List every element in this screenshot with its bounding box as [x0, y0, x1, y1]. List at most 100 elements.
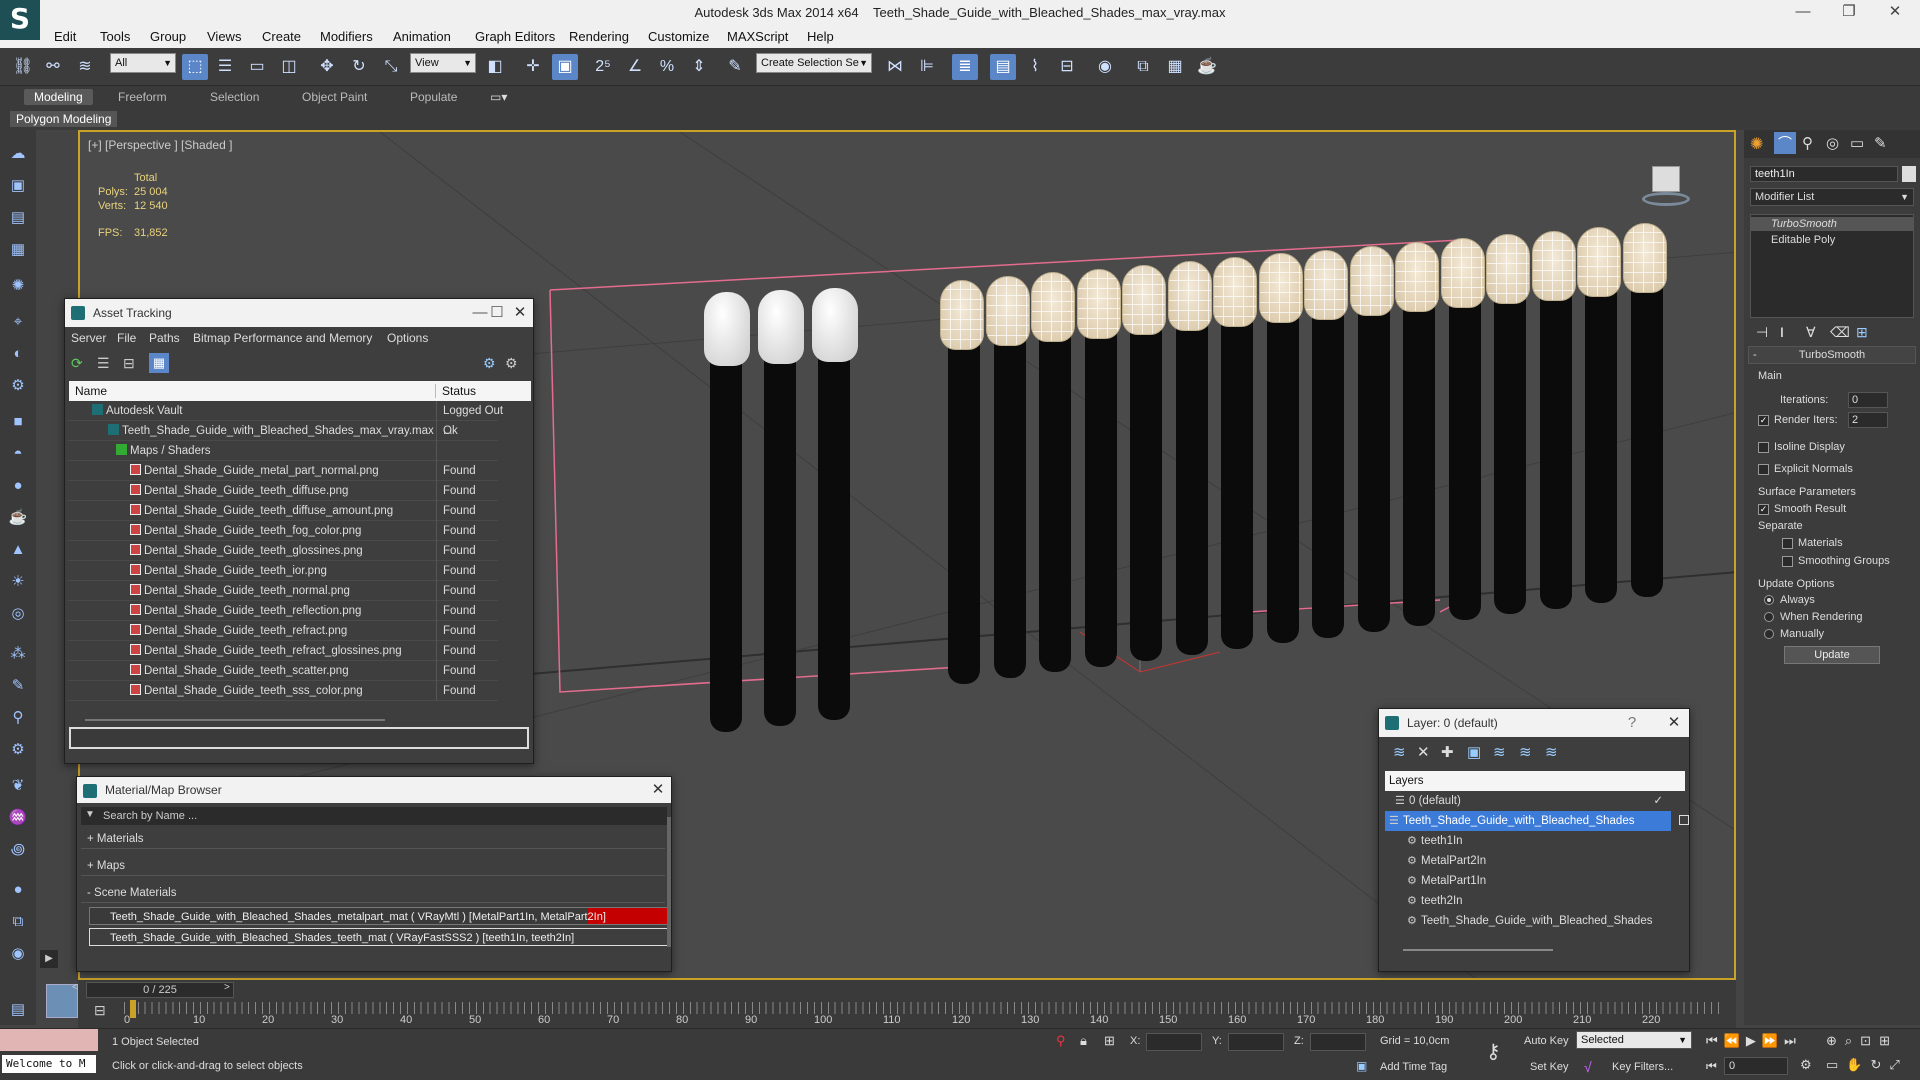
bleached-tooth[interactable]	[812, 288, 858, 362]
material-search-input[interactable]: Search by Name ...	[81, 807, 667, 825]
shade-tab-handle[interactable]	[993, 328, 1026, 679]
paint-icon[interactable]: ✎	[6, 674, 30, 698]
selection-set-key-dropdown[interactable]: Selected ▼	[1576, 1031, 1692, 1049]
menu-customize[interactable]: Customize	[648, 29, 709, 44]
bleached-tooth[interactable]	[758, 290, 804, 364]
spiral-icon[interactable]: ꩜	[6, 838, 30, 862]
current-frame-field[interactable]: 0	[1724, 1057, 1788, 1075]
scene-explorer-icon[interactable]: ▤	[6, 206, 30, 230]
separate-materials-checkbox[interactable]	[1782, 538, 1793, 549]
menu-create[interactable]: Create	[262, 29, 301, 44]
align-icon[interactable]: ⊫	[914, 54, 940, 80]
menu-maxscript[interactable]: MAXScript	[727, 29, 788, 44]
list-view-icon[interactable]: ☰	[97, 355, 110, 372]
shade-tooth[interactable]	[1076, 268, 1121, 339]
vertical-scrollbar[interactable]	[667, 817, 671, 947]
bleached-tooth[interactable]	[704, 292, 750, 366]
layer-close-button[interactable]: ✕	[1659, 709, 1689, 737]
shade-tooth[interactable]	[1440, 238, 1485, 309]
turbosmooth-rollout-header[interactable]: - TurboSmooth	[1748, 346, 1916, 364]
show-end-result-icon[interactable]: Ι	[1780, 324, 1784, 340]
dropdown-arrow-icon[interactable]: ▼	[85, 809, 95, 820]
cone-icon[interactable]: ▲	[6, 538, 30, 562]
horizontal-scrollbar[interactable]	[85, 719, 385, 721]
refresh-icon[interactable]: ⟳	[71, 355, 83, 372]
hair-icon[interactable]: ♒	[6, 806, 30, 830]
asset-menu-options[interactable]: Options	[387, 331, 428, 345]
absolute-mode-icon[interactable]: ⊞	[1104, 1033, 1115, 1049]
asset-close-button[interactable]: ✕	[505, 299, 535, 327]
shade-tooth[interactable]	[1531, 230, 1576, 301]
plant-icon[interactable]: ❦	[6, 774, 30, 798]
tab-populate[interactable]: Populate	[410, 90, 457, 104]
bind-space-warp-icon[interactable]: ≋	[72, 54, 98, 80]
teapot-icon[interactable]: ☕	[6, 506, 30, 530]
close-button[interactable]: ✕	[1872, 0, 1918, 26]
ribbon-toggle-icon[interactable]: ▤	[990, 54, 1016, 80]
edit-named-selection-icon[interactable]: ✎	[722, 54, 748, 80]
viewport-nav-controls[interactable]: ⊕⌕⊡⊞	[1826, 1033, 1898, 1049]
mirror-icon[interactable]: ⋈	[882, 54, 908, 80]
highlight-layer-icon[interactable]: ≋	[1493, 743, 1506, 761]
shade-tab-handle[interactable]	[1448, 290, 1481, 621]
key-icon[interactable]: ⚷	[1486, 1039, 1501, 1064]
asset-row[interactable]: Autodesk Vault Logged Out ...	[68, 401, 503, 437]
asset-row[interactable]: Dental_Shade_Guide_teeth_normal.png Found	[68, 581, 498, 601]
menu-tools[interactable]: Tools	[100, 29, 130, 44]
layer-help-button[interactable]: ?	[1617, 709, 1647, 737]
shade-tab-handle[interactable]	[1403, 294, 1435, 626]
select-by-name-icon[interactable]: ☰	[212, 54, 238, 80]
shade-tooth[interactable]	[1213, 257, 1257, 328]
auto-key-button[interactable]: Auto Key	[1524, 1035, 1569, 1047]
layer-row[interactable]: ☰ 0 (default) ✓	[1385, 791, 1671, 811]
shade-tab-handle[interactable]	[1266, 305, 1299, 644]
hierarchy-tab-icon[interactable]: ⚲	[1802, 134, 1813, 152]
grid-icon[interactable]: ▦	[6, 238, 30, 262]
help-icon[interactable]: ⚙	[483, 355, 496, 372]
shade-tab-handle[interactable]	[1539, 282, 1572, 609]
settings-icon[interactable]: ⚙	[505, 355, 518, 372]
tab-selection[interactable]: Selection	[210, 90, 259, 104]
maxscript-listener-pink[interactable]	[0, 1029, 98, 1051]
tab-modeling[interactable]: Modeling	[24, 89, 93, 105]
unlink-icon[interactable]: ⚯	[40, 54, 66, 80]
iterations-spinner[interactable]: 0	[1848, 392, 1888, 408]
layer-row[interactable]: ☰ Teeth_Shade_Guide_with_Bleached_Shades	[1385, 811, 1689, 831]
configure-sets-icon[interactable]: ⊞	[1856, 324, 1868, 341]
set-current-layer-checkbox[interactable]	[1679, 815, 1689, 825]
shade-tooth[interactable]	[985, 276, 1030, 347]
shade-tooth[interactable]	[1167, 261, 1212, 331]
layer-row[interactable]: ⚙ teeth1In	[1385, 831, 1671, 851]
layer-row[interactable]: ⚙ Teeth_Shade_Guide_with_Bleached_Shades	[1385, 911, 1671, 931]
tab-freeform[interactable]: Freeform	[118, 90, 167, 104]
prev-frame-icon[interactable]: <	[72, 982, 78, 993]
menu-graph-editors[interactable]: Graph Editors	[475, 29, 555, 44]
shade-tab-handle[interactable]	[948, 332, 980, 684]
shade-tab-handle[interactable]	[710, 332, 742, 732]
asset-row[interactable]: Dental_Shade_Guide_teeth_glossines.png Fo…	[68, 541, 498, 561]
y-coordinate-field[interactable]	[1228, 1033, 1284, 1051]
sun-icon[interactable]: ☀	[6, 570, 30, 594]
shade-tab-handle[interactable]	[1039, 324, 1071, 673]
particle-icon[interactable]: ⁂	[6, 642, 30, 666]
schematic-view-icon[interactable]: ⊟	[1054, 54, 1080, 80]
shade-tooth[interactable]	[1349, 245, 1394, 316]
pin-stack-icon[interactable]: ⊣	[1756, 324, 1768, 341]
asset-row[interactable]: Dental_Shade_Guide_teeth_refract_glossin…	[68, 641, 498, 661]
material-item[interactable]: Teeth_Shade_Guide_with_Bleached_Shades_m…	[89, 907, 669, 925]
play-arrow-icon[interactable]: ▶	[40, 950, 58, 968]
shade-tooth[interactable]	[940, 280, 984, 350]
material-editor-icon[interactable]: ◉	[1092, 54, 1118, 80]
menu-modifiers[interactable]: Modifiers	[320, 29, 373, 44]
shade-tab-handle[interactable]	[1630, 275, 1663, 597]
key-filters-button[interactable]: Key Filters...	[1612, 1061, 1673, 1073]
stack-item-editable-poly[interactable]: Editable Poly	[1751, 233, 1913, 247]
select-object-icon[interactable]: ⬚	[182, 54, 208, 80]
update-button[interactable]: Update	[1784, 646, 1880, 664]
render-iters-checkbox[interactable]: ✓	[1758, 415, 1769, 426]
shade-tooth[interactable]	[1577, 226, 1621, 297]
manually-radio[interactable]	[1764, 629, 1774, 639]
layer-row[interactable]: ⚙ MetalPart2In	[1385, 851, 1671, 871]
asset-row[interactable]: Dental_Shade_Guide_teeth_refract.png Foun…	[68, 621, 498, 641]
link-icon[interactable]: ⛓	[10, 54, 36, 80]
